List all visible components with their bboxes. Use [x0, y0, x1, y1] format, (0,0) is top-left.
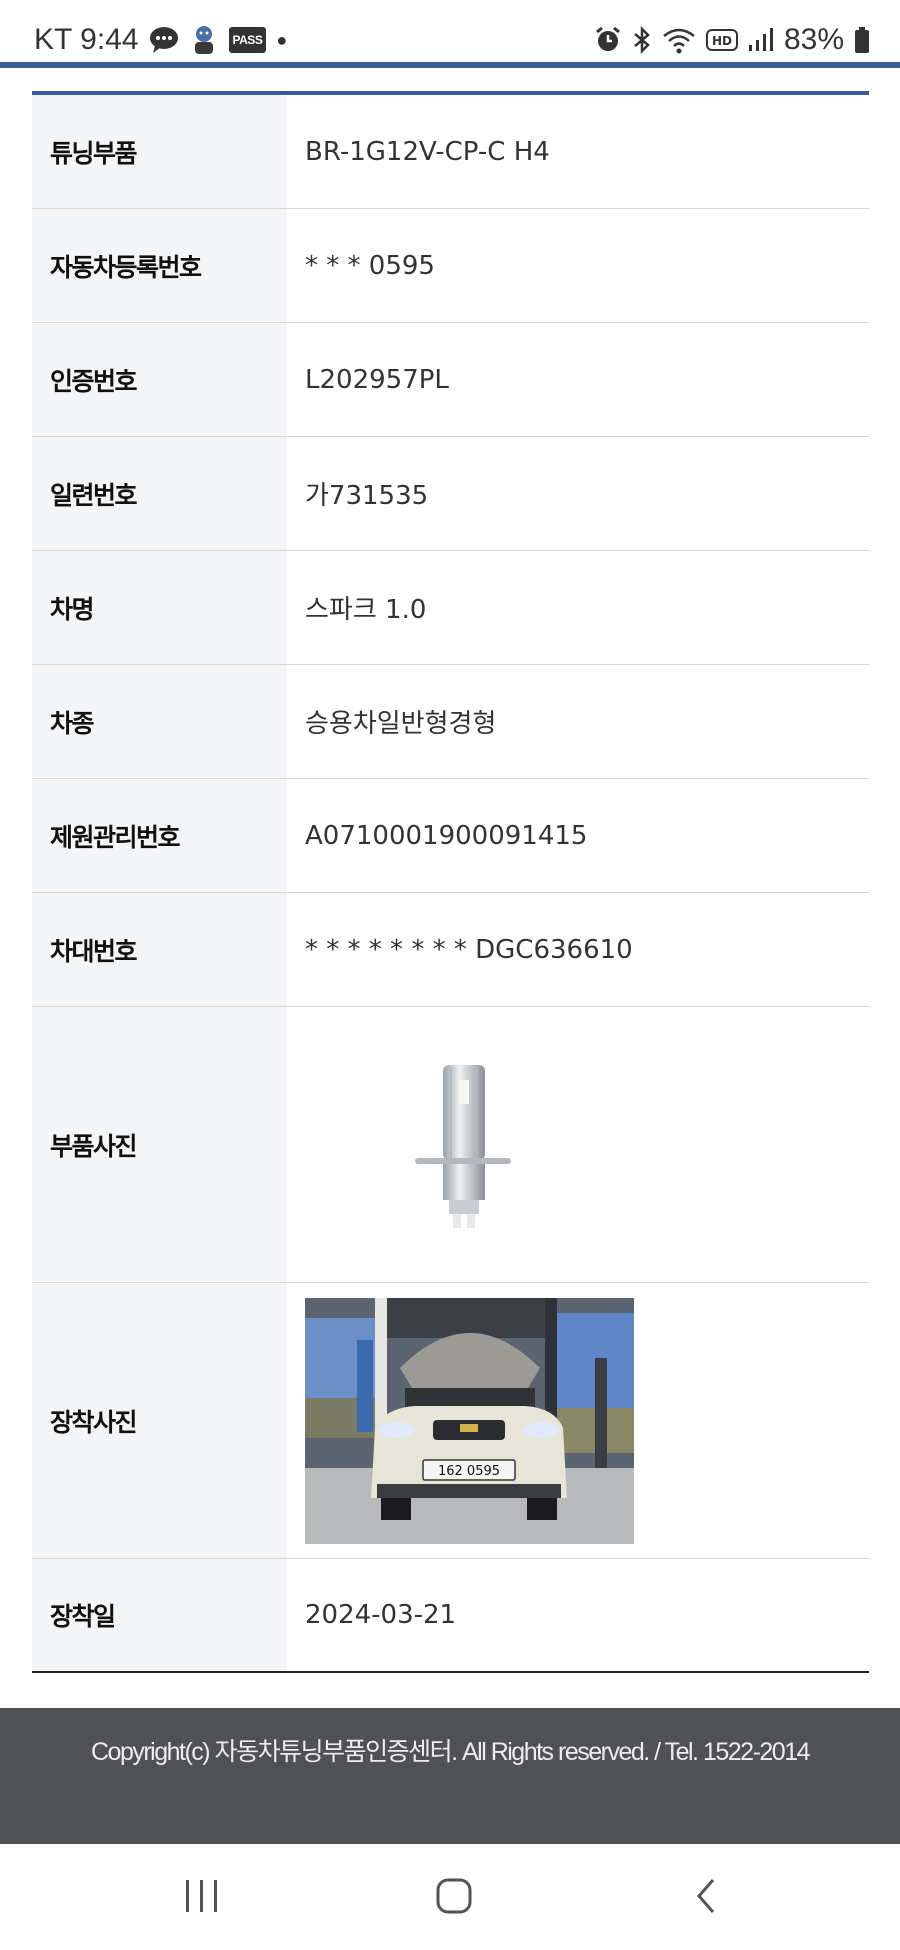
- install-date-value: 2024-03-21: [305, 1600, 457, 1630]
- wifi-icon: [662, 26, 696, 54]
- carrier-time: KT 9:44: [34, 23, 139, 56]
- row-label: 차대번호: [32, 893, 287, 1006]
- table-row: 차종 승용차일반형경형: [32, 665, 869, 779]
- row-label: 부품사진: [32, 1007, 287, 1282]
- navigation-bar: [0, 1844, 900, 1950]
- row-label: 제원관리번호: [32, 779, 287, 892]
- row-value: BR-1G12V-CP-C H4: [305, 136, 550, 167]
- table-row: 튜닝부품 BR-1G12V-CP-C H4: [32, 95, 869, 209]
- hd-icon: HD: [705, 27, 738, 53]
- install-photo-cell: 162 0595: [287, 1283, 869, 1558]
- row-label: 일련번호: [32, 437, 287, 550]
- row-label: 자동차등록번호: [32, 209, 287, 322]
- row-value: 가731535: [305, 481, 429, 511]
- battery-percent: 83%: [783, 23, 844, 56]
- svg-text:HD: HD: [712, 34, 732, 48]
- table-row: 차명 스파크 1.0: [32, 551, 869, 665]
- tuning-info-table: 튜닝부품 BR-1G12V-CP-C H4 자동차등록번호 * * * 0595…: [32, 91, 869, 1673]
- status-left: KT 9:44 PASS ●: [34, 20, 287, 60]
- part-photo-cell: [287, 1007, 869, 1282]
- status-bar: KT 9:44 PASS ● HD 83%: [0, 0, 900, 64]
- recent-apps-icon[interactable]: [162, 1866, 242, 1926]
- table-row: 자동차등록번호 * * * 0595: [32, 209, 869, 323]
- row-value: * * * * * * * * DGC636610: [305, 934, 633, 965]
- row-label: 차명: [32, 551, 287, 664]
- footer: Copyright(c) 자동차튜닝부품인증센터. All Rights res…: [0, 1708, 900, 1844]
- row-value: A0710001900091415: [305, 820, 588, 851]
- row-label: 장착사진: [32, 1283, 287, 1558]
- home-icon[interactable]: [414, 1866, 494, 1926]
- led-bulb-photo[interactable]: [413, 1060, 513, 1230]
- status-right: HD 83%: [594, 20, 870, 60]
- header-accent-line: [0, 62, 900, 68]
- row-value: * * * 0595: [305, 250, 435, 281]
- table-row: 일련번호 가731535: [32, 437, 869, 551]
- bluetooth-icon: [632, 26, 652, 54]
- row-label: 차종: [32, 665, 287, 778]
- row-label: 튜닝부품: [32, 95, 287, 208]
- table-row: 제원관리번호 A0710001900091415: [32, 779, 869, 893]
- avatar-icon: [189, 24, 219, 56]
- install-photo-row: 장착사진 162 0595: [32, 1283, 869, 1559]
- row-value: 승용차일반형경형: [305, 709, 497, 739]
- part-photo-row: 부품사진: [32, 1007, 869, 1283]
- table-row: 인증번호 L202957PL: [32, 323, 869, 437]
- row-value: 스파크 1.0: [305, 595, 427, 625]
- footer-copyright: Copyright(c) 자동차튜닝부품인증센터. All Rights res…: [90, 1738, 811, 1766]
- table-row: 차대번호 * * * * * * * * DGC636610: [32, 893, 869, 1007]
- back-icon[interactable]: [666, 1866, 746, 1926]
- installed-car-photo[interactable]: 162 0595: [305, 1297, 634, 1544]
- alarm-icon: [594, 26, 622, 54]
- row-label: 장착일: [32, 1559, 287, 1671]
- chat-icon: [149, 26, 179, 54]
- install-date-row: 장착일 2024-03-21: [32, 1559, 869, 1673]
- signal-icon: [748, 27, 774, 53]
- notification-dot: ●: [276, 29, 288, 50]
- row-label: 인증번호: [32, 323, 287, 436]
- pass-badge: PASS: [228, 27, 267, 53]
- battery-icon: [854, 26, 870, 54]
- license-plate-text: 162 0595: [438, 1464, 500, 1479]
- row-value: L202957PL: [305, 364, 449, 395]
